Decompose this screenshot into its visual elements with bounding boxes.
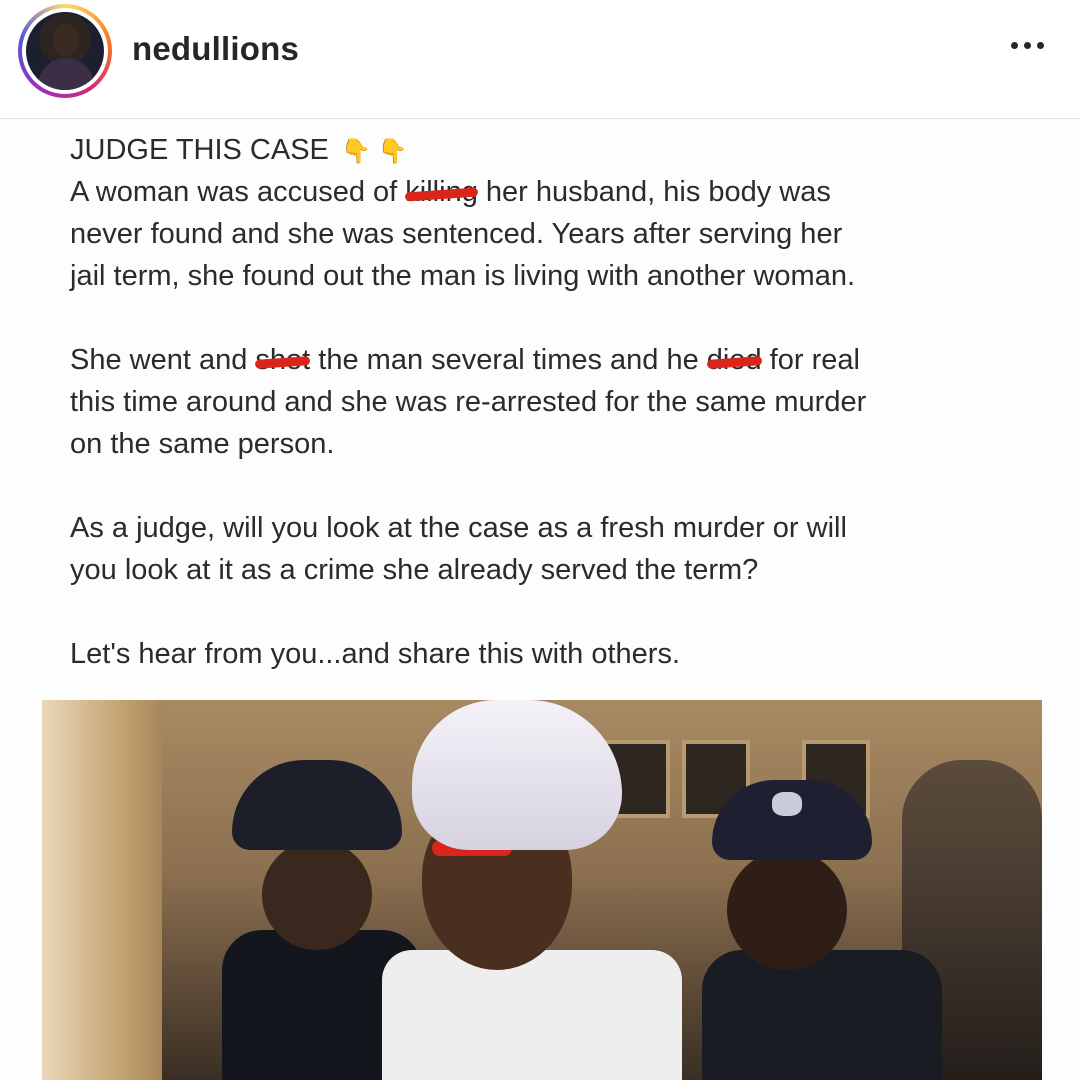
text-line: this time around and she was re-arrested… xyxy=(70,386,867,418)
more-horizontal-icon[interactable] xyxy=(1011,42,1044,49)
post-photo xyxy=(42,700,1042,1080)
redacted-word: died xyxy=(707,339,762,381)
text-line: Let's hear from you...and share this wit… xyxy=(70,638,681,670)
text-line: jail term, she found out the man is livi… xyxy=(70,260,856,292)
text-span: the man several times and he xyxy=(310,344,707,376)
avatar[interactable] xyxy=(18,4,112,98)
police-officer-right xyxy=(702,780,942,1080)
text-line: you look at it as a crime she already se… xyxy=(70,554,759,586)
redacted-word: killing xyxy=(405,171,478,213)
pointing-down-emoji-icon: 👇 👇 xyxy=(340,138,408,165)
text-line: She went and shot the man several times … xyxy=(70,339,860,381)
redacted-word: shot xyxy=(255,339,310,381)
pillar xyxy=(42,700,162,1080)
post-title: JUDGE THIS CASE 👇 👇 xyxy=(70,129,407,173)
text-line: As a judge, will you look at the case as… xyxy=(70,512,847,544)
avatar-border xyxy=(22,8,108,94)
text-span: A woman was accused of xyxy=(70,176,406,208)
woman-in-white-headwrap xyxy=(372,700,712,1080)
username[interactable]: nedullions xyxy=(132,30,299,68)
avatar-photo xyxy=(26,12,104,90)
post-title-text: JUDGE THIS CASE xyxy=(70,134,329,166)
text-line: never found and she was sentenced. Years… xyxy=(70,218,843,250)
post-header: nedullions xyxy=(0,0,1080,119)
text-line: on the same person. xyxy=(70,428,335,460)
text-span: for real xyxy=(761,344,860,376)
text-line: A woman was accused of killing her husba… xyxy=(70,171,831,213)
text-span: She went and xyxy=(70,344,256,376)
text-span: her husband, his body was xyxy=(477,176,831,208)
